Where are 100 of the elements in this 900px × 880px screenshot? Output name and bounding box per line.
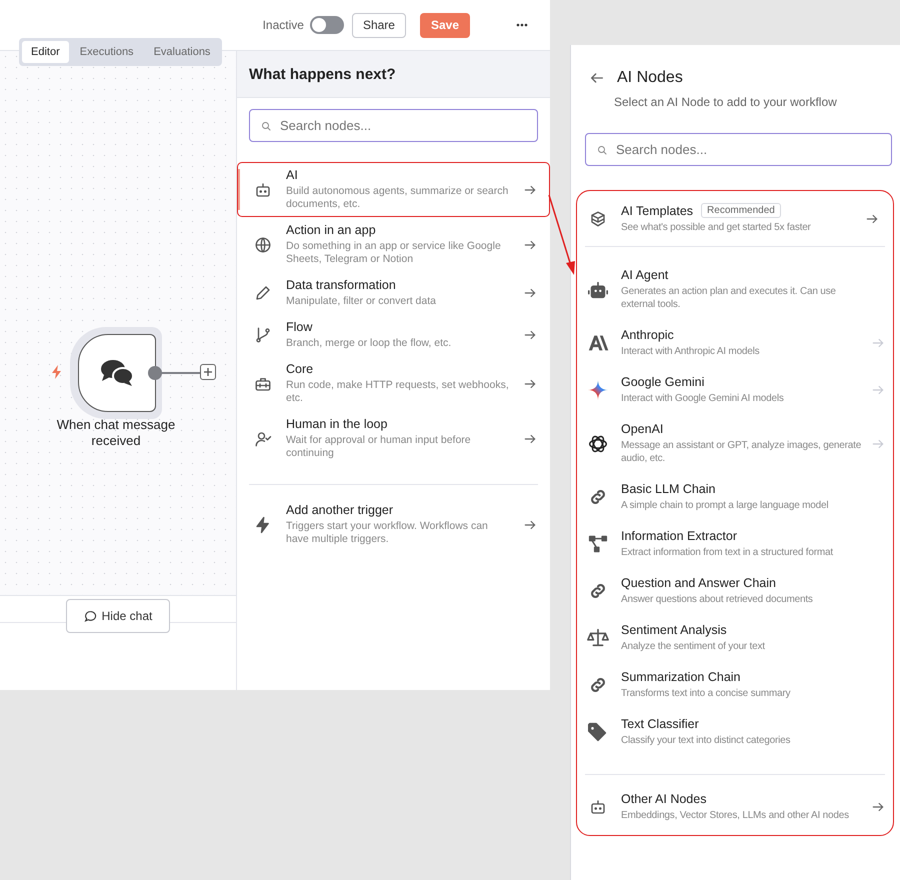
- category-item[interactable]: Flow Branch, merge or loop the flow, etc.: [237, 314, 550, 356]
- item-description: Run code, make HTTP requests, set webhooks, etc.: [286, 379, 509, 405]
- arrow-icon: [871, 383, 885, 397]
- item-description: Do something in an app or service like Google Sheets, Telegram or Notion: [286, 240, 502, 266]
- link-icon: [588, 487, 608, 507]
- item-description: Classify your text into distinct categories: [621, 734, 792, 747]
- category-item[interactable]: Core Run code, make HTTP requests, set webhooks, etc.: [237, 356, 550, 411]
- panel-title: AI Nodes: [617, 69, 683, 87]
- robot-icon: [254, 180, 272, 198]
- robot-icon: [589, 798, 607, 816]
- person-icon: [254, 430, 272, 448]
- globe-icon: [254, 236, 272, 254]
- plus-icon: [203, 367, 213, 377]
- item-title: Action in an app: [286, 223, 377, 237]
- tag-icon: [587, 721, 609, 743]
- category-item[interactable]: Action in an app Do something in an app or service like Google Sheets, Telegram or Notion: [237, 217, 550, 272]
- active-toggle[interactable]: [310, 16, 344, 34]
- search-icon: [596, 144, 608, 156]
- search-input[interactable]: Search nodes...: [280, 110, 527, 141]
- item-title: AI: [286, 168, 299, 182]
- scale-icon: [587, 627, 609, 649]
- item-description: Interact with Anthropic AI models: [621, 345, 760, 358]
- arrow-icon: [871, 336, 885, 350]
- connector-line: [160, 372, 200, 374]
- link-icon: [588, 581, 608, 601]
- item-title: Core: [286, 362, 314, 376]
- category-item[interactable]: Add another trigger Triggers start your workflow. Workflows can have multiple triggers.: [237, 497, 550, 552]
- bolt-icon: [254, 516, 272, 534]
- node-item[interactable]: AI Agent Generates an action plan and executes it. Can use external tools.: [577, 263, 893, 316]
- node-item[interactable]: Basic LLM Chain A simple chain to prompt a large language model: [577, 477, 893, 517]
- item-title: OpenAI: [621, 422, 664, 436]
- recommended-badge: Recommended: [701, 203, 781, 218]
- hierarchy-icon: [588, 534, 608, 554]
- item-description: A simple chain to prompt a large language model: [621, 499, 830, 512]
- item-description: Message an assistant or GPT, analyze images, generate audio, etc.: [621, 439, 862, 465]
- node-item[interactable]: Anthropic Interact with Anthropic AI models: [577, 323, 893, 363]
- node-item[interactable]: Other AI Nodes Embeddings, Vector Stores, LLMs and other AI nodes: [577, 787, 893, 827]
- item-title: Sentiment Analysis: [621, 623, 727, 637]
- item-description: Wait for approval or human input before continuing: [286, 434, 472, 460]
- hide-chat-button[interactable]: Hide chat: [66, 599, 170, 633]
- item-description: See what's possible and get started 5x faster: [621, 221, 812, 234]
- node-item[interactable]: Text Classifier Classify your text into distinct categories: [577, 712, 893, 752]
- trigger-node[interactable]: [78, 334, 156, 412]
- node-label: When chat message received: [56, 417, 176, 449]
- item-description: Generates an action plan and executes it. Can use external tools.: [621, 285, 837, 311]
- panel-title: What happens next?: [237, 51, 550, 98]
- arrow-icon: [523, 286, 537, 300]
- node-item[interactable]: Google Gemini Interact with Google Gemini AI models: [577, 370, 893, 410]
- view-tab[interactable]: Executions: [70, 41, 143, 63]
- item-description: Triggers start your workflow. Workflows can have multiple triggers.: [286, 520, 489, 546]
- category-item[interactable]: Data transformation Manipulate, filter or convert data: [237, 272, 550, 314]
- item-title: Basic LLM Chain: [621, 482, 716, 496]
- item-title: Add another trigger: [286, 503, 394, 517]
- node-item[interactable]: AI Templates Recommended See what's possible and get started 5x faster: [577, 191, 893, 246]
- search-field[interactable]: Search nodes...: [249, 109, 538, 142]
- item-title: AI Templates: [621, 204, 694, 218]
- add-node-button[interactable]: [200, 364, 216, 380]
- item-description: Answer questions about retrieved documents: [621, 593, 814, 606]
- link-icon: [588, 675, 608, 695]
- pencil-icon: [254, 284, 272, 302]
- arrow-icon: [523, 328, 537, 342]
- item-description: Build autonomous agents, summarize or search documents, etc.: [286, 185, 509, 211]
- chat-icon: [84, 610, 97, 622]
- status-label: Inactive: [262, 18, 304, 32]
- item-title: Flow: [286, 320, 314, 334]
- item-title: AI Agent: [621, 268, 668, 282]
- search-input[interactable]: Search nodes...: [616, 134, 881, 165]
- bolt-icon: [51, 365, 63, 379]
- item-description: Transforms text into a concise summary: [621, 687, 792, 700]
- more-icon[interactable]: [516, 23, 528, 27]
- item-title: Summarization Chain: [621, 670, 740, 684]
- chat-icon: [99, 358, 135, 388]
- node-item[interactable]: Question and Answer Chain Answer questions about retrieved documents: [577, 571, 893, 611]
- item-title: Anthropic: [621, 328, 674, 342]
- category-item[interactable]: Human in the loop Wait for approval or human input before continuing: [237, 411, 550, 466]
- share-button[interactable]: Share: [352, 12, 406, 38]
- node-item[interactable]: OpenAI Message an assistant or GPT, analyze images, generate audio, etc.: [577, 417, 893, 470]
- item-description: Interact with Google Gemini AI models: [621, 392, 785, 405]
- item-title: Information Extractor: [621, 529, 738, 543]
- branch-icon: [254, 326, 272, 344]
- item-description: Extract information from text in a structured format: [621, 546, 834, 559]
- item-description: Branch, merge or loop the flow, etc.: [286, 337, 452, 350]
- category-item[interactable]: AI Build autonomous agents, summarize or search documents, etc.: [237, 162, 550, 217]
- package-icon: [589, 210, 607, 228]
- item-title: Other AI Nodes: [621, 792, 706, 806]
- sparkle-icon: [587, 379, 609, 401]
- node-item[interactable]: Summarization Chain Transforms text into a concise summary: [577, 665, 893, 705]
- node-item[interactable]: Sentiment Analysis Analyze the sentiment of your text: [577, 618, 893, 658]
- item-title: Google Gemini: [621, 375, 704, 389]
- view-tab[interactable]: Evaluations: [144, 41, 220, 63]
- arrow-icon: [871, 800, 885, 814]
- view-tab[interactable]: Editor: [22, 41, 69, 63]
- item-title: Question and Answer Chain: [621, 576, 776, 590]
- node-item[interactable]: Information Extractor Extract information from text in a structured format: [577, 524, 893, 564]
- item-title: Text Classifier: [621, 717, 699, 731]
- search-field[interactable]: Search nodes...: [585, 133, 892, 166]
- item-title: Data transformation: [286, 278, 397, 292]
- item-description: Manipulate, filter or convert data: [286, 295, 437, 308]
- item-description: Embeddings, Vector Stores, LLMs and other AI nodes: [621, 809, 850, 822]
- search-icon: [260, 120, 272, 132]
